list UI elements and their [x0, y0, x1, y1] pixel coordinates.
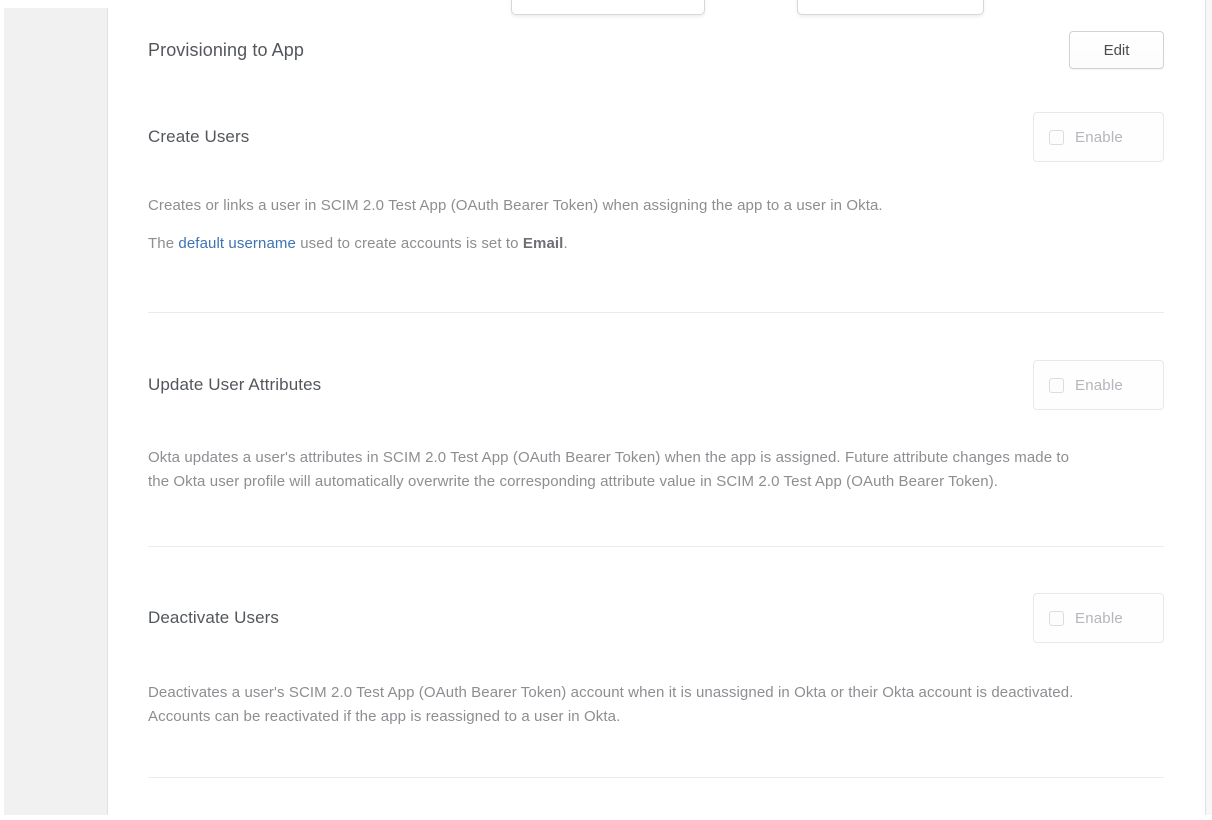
- provisioning-panel: Provisioning to App Edit Create Users En…: [108, 0, 1205, 815]
- enable-label: Enable: [1075, 129, 1123, 146]
- section-update-user-attributes: Update User Attributes Enable: [148, 360, 1164, 410]
- page-title: Provisioning to App: [148, 40, 304, 61]
- section-divider: [148, 777, 1164, 778]
- left-nav-rail: [4, 8, 108, 815]
- enable-toggle-deactivate-users[interactable]: Enable: [1033, 593, 1164, 643]
- section-title: Update User Attributes: [148, 375, 321, 395]
- cutoff-input-left[interactable]: [511, 0, 705, 15]
- enable-label: Enable: [1075, 377, 1123, 394]
- right-panel-edge: [1205, 0, 1212, 815]
- text-segment: .: [563, 235, 567, 252]
- text-segment: The: [148, 235, 178, 252]
- enable-checkbox[interactable]: [1049, 611, 1064, 626]
- enable-label: Enable: [1075, 610, 1123, 627]
- default-username-line: The default username used to create acco…: [148, 232, 1093, 256]
- section-divider: [148, 312, 1164, 313]
- panel-header: Provisioning to App Edit: [148, 31, 1164, 69]
- cutoff-input-right[interactable]: [797, 0, 984, 15]
- enable-toggle-create-users[interactable]: Enable: [1033, 112, 1164, 162]
- section-create-users: Create Users Enable: [148, 112, 1164, 162]
- text-segment: used to create accounts is set to: [296, 235, 523, 252]
- default-username-link[interactable]: default username: [178, 235, 296, 252]
- deactivate-users-description: Deactivates a user's SCIM 2.0 Test App (…: [148, 681, 1093, 729]
- enable-checkbox[interactable]: [1049, 130, 1064, 145]
- enable-toggle-update-attributes[interactable]: Enable: [1033, 360, 1164, 410]
- section-title: Deactivate Users: [148, 608, 279, 628]
- update-attributes-description: Okta updates a user's attributes in SCIM…: [148, 446, 1093, 494]
- edit-button[interactable]: Edit: [1069, 31, 1164, 69]
- enable-checkbox[interactable]: [1049, 378, 1064, 393]
- section-title: Create Users: [148, 127, 249, 147]
- create-users-description: Creates or links a user in SCIM 2.0 Test…: [148, 194, 1093, 218]
- section-deactivate-users: Deactivate Users Enable: [148, 593, 1164, 643]
- section-divider: [148, 546, 1164, 547]
- username-value: Email: [523, 235, 564, 252]
